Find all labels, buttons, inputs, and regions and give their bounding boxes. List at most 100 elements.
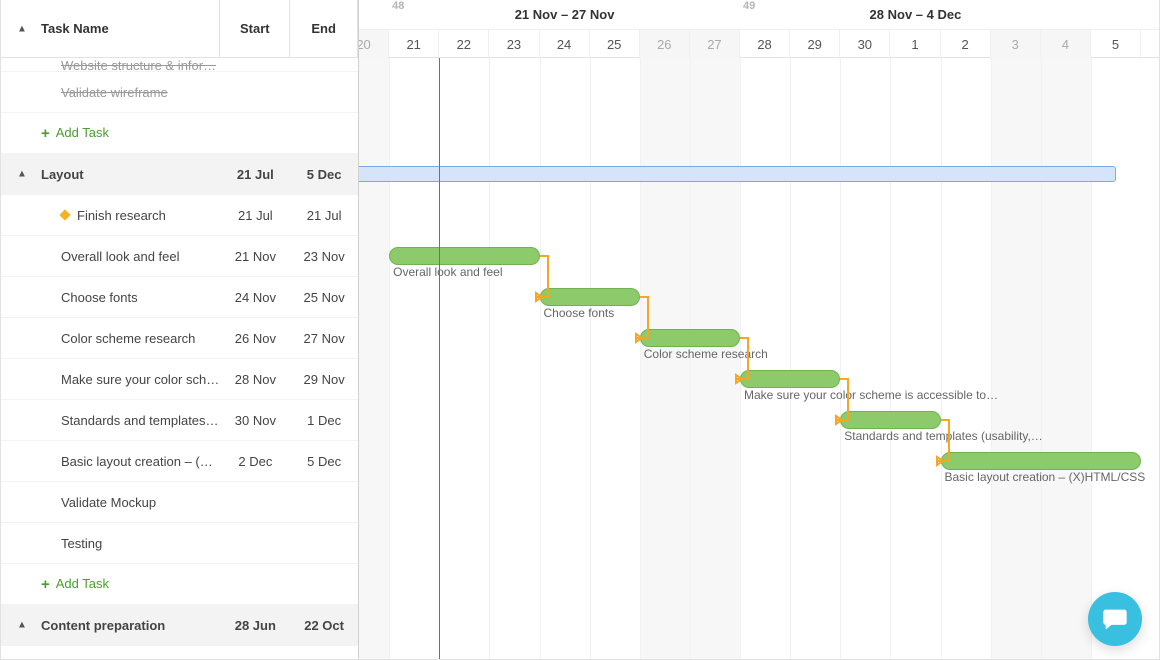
task-name: Finish research bbox=[77, 208, 166, 223]
task-name: Content preparation bbox=[41, 618, 165, 633]
grid-line bbox=[890, 58, 891, 659]
task-name: Website structure & infor… bbox=[61, 58, 216, 72]
add-icon: + bbox=[41, 576, 50, 593]
task-bar-label: Color scheme research bbox=[644, 347, 768, 361]
day-cell: 26 bbox=[640, 30, 690, 59]
task-name: Validate wireframe bbox=[61, 85, 168, 100]
grid-line bbox=[1091, 58, 1092, 659]
week-number: 48 bbox=[392, 0, 404, 12]
add-task-row[interactable]: +Add Task bbox=[1, 564, 358, 605]
task-end: 25 Nov bbox=[290, 290, 358, 305]
task-end: 21 Jul bbox=[290, 208, 358, 223]
task-row[interactable]: Testing bbox=[1, 523, 358, 564]
milestone-icon bbox=[59, 209, 70, 220]
grid-line bbox=[540, 58, 541, 659]
day-cell: 20 bbox=[359, 30, 389, 59]
sort-icon[interactable]: ▲ bbox=[17, 23, 27, 34]
summary-bar[interactable] bbox=[359, 166, 1116, 182]
day-cell: 3 bbox=[991, 30, 1041, 59]
week-label: 28 Nov – 4 Dec bbox=[740, 0, 1091, 29]
task-bar[interactable] bbox=[941, 452, 1142, 470]
task-start: 21 Jul bbox=[220, 208, 290, 223]
day-cell: 27 bbox=[690, 30, 740, 59]
day-cell: 21 bbox=[389, 30, 439, 59]
task-bar[interactable] bbox=[840, 411, 940, 429]
task-bar[interactable] bbox=[389, 247, 539, 265]
grid-header: ▲ Task Name Start End bbox=[1, 0, 358, 58]
task-name: Testing bbox=[61, 536, 102, 551]
timeline-body[interactable]: Overall look and feelChoose fontsColor s… bbox=[359, 58, 1159, 659]
grid-body: Website structure & infor… Validate wiref… bbox=[1, 58, 358, 646]
task-end: 5 Dec bbox=[290, 167, 358, 182]
weekend-shade bbox=[1041, 58, 1091, 659]
task-name: Choose fonts bbox=[61, 290, 138, 305]
grid-line bbox=[1041, 58, 1042, 659]
group-row[interactable]: ▲Layout21 Jul5 Dec bbox=[1, 154, 358, 195]
task-bar[interactable] bbox=[540, 288, 640, 306]
task-start: 28 Jun bbox=[220, 618, 290, 633]
task-bar[interactable] bbox=[740, 370, 840, 388]
day-cell: 5 bbox=[1091, 30, 1141, 59]
day-cell: 28 bbox=[740, 30, 790, 59]
column-header-end[interactable]: End bbox=[290, 0, 358, 57]
task-row[interactable]: Color scheme research26 Nov27 Nov bbox=[1, 318, 358, 359]
task-bar-label: Standards and templates (usability,… bbox=[844, 429, 1043, 443]
chat-button[interactable] bbox=[1088, 592, 1142, 646]
task-name: Standards and templates … bbox=[61, 413, 220, 428]
task-end: 1 Dec bbox=[290, 413, 358, 428]
column-header-task[interactable]: ▲ Task Name bbox=[1, 0, 220, 57]
group-row[interactable]: ▲ Content preparation 28 Jun22 Oct bbox=[1, 605, 358, 646]
add-task-label: Add Task bbox=[56, 125, 109, 140]
column-header-label: Task Name bbox=[41, 21, 109, 36]
task-row[interactable]: Finish research 21 Jul21 Jul bbox=[1, 195, 358, 236]
day-cell: 4 bbox=[1041, 30, 1091, 59]
task-row[interactable]: Website structure & infor… bbox=[1, 58, 358, 72]
grid-line bbox=[790, 58, 791, 659]
task-row[interactable]: Overall look and feel 21 Nov23 Nov bbox=[1, 236, 358, 277]
grid-line bbox=[640, 58, 641, 659]
collapse-icon[interactable]: ▲ bbox=[17, 620, 27, 631]
add-task-row[interactable]: + Add Task bbox=[1, 113, 358, 154]
task-name: Basic layout creation – (X… bbox=[61, 454, 220, 469]
week-label: 21 Nov – 27 Nov bbox=[389, 0, 740, 29]
task-bar-label: Basic layout creation – (X)HTML/CSS bbox=[945, 470, 1146, 484]
task-row[interactable]: Validate wireframe bbox=[1, 72, 358, 113]
task-end: 29 Nov bbox=[290, 372, 358, 387]
grid-line bbox=[840, 58, 841, 659]
task-end: 23 Nov bbox=[290, 249, 358, 264]
day-cell: 24 bbox=[540, 30, 590, 59]
task-name: Validate Mockup bbox=[61, 495, 156, 510]
task-row[interactable]: Validate Mockup bbox=[1, 482, 358, 523]
weekend-shade bbox=[359, 58, 389, 659]
task-start: 30 Nov bbox=[220, 413, 290, 428]
day-cell: 1 bbox=[890, 30, 940, 59]
task-name: Color scheme research bbox=[61, 331, 195, 346]
task-row[interactable]: Make sure your color sch…28 Nov29 Nov bbox=[1, 359, 358, 400]
task-start: 2 Dec bbox=[220, 454, 290, 469]
task-start: 21 Nov bbox=[220, 249, 290, 264]
task-start: 28 Nov bbox=[220, 372, 290, 387]
add-icon: + bbox=[41, 125, 50, 142]
task-name: Overall look and feel bbox=[61, 249, 180, 264]
grid-line bbox=[941, 58, 942, 659]
day-cell: 25 bbox=[590, 30, 640, 59]
task-row[interactable]: Basic layout creation – (X…2 Dec5 Dec bbox=[1, 441, 358, 482]
column-header-start[interactable]: Start bbox=[220, 0, 290, 57]
task-bar[interactable] bbox=[640, 329, 740, 347]
task-end: 5 Dec bbox=[290, 454, 358, 469]
task-name: Make sure your color sch… bbox=[61, 372, 219, 387]
grid-line bbox=[489, 58, 490, 659]
grid-line bbox=[389, 58, 390, 659]
task-bar-label: Make sure your color scheme is accessibl… bbox=[744, 388, 998, 402]
task-end: 22 Oct bbox=[290, 618, 358, 633]
task-bar-label: Choose fonts bbox=[544, 306, 615, 320]
task-name: Layout bbox=[41, 167, 84, 182]
grid-line bbox=[590, 58, 591, 659]
day-cell: 30 bbox=[840, 30, 890, 59]
week-number: 49 bbox=[743, 0, 755, 12]
chat-icon bbox=[1101, 605, 1129, 633]
task-row[interactable]: Standards and templates …30 Nov1 Dec bbox=[1, 400, 358, 441]
collapse-icon[interactable]: ▲ bbox=[17, 169, 27, 180]
task-row[interactable]: Choose fonts24 Nov25 Nov bbox=[1, 277, 358, 318]
day-cell: 23 bbox=[489, 30, 539, 59]
